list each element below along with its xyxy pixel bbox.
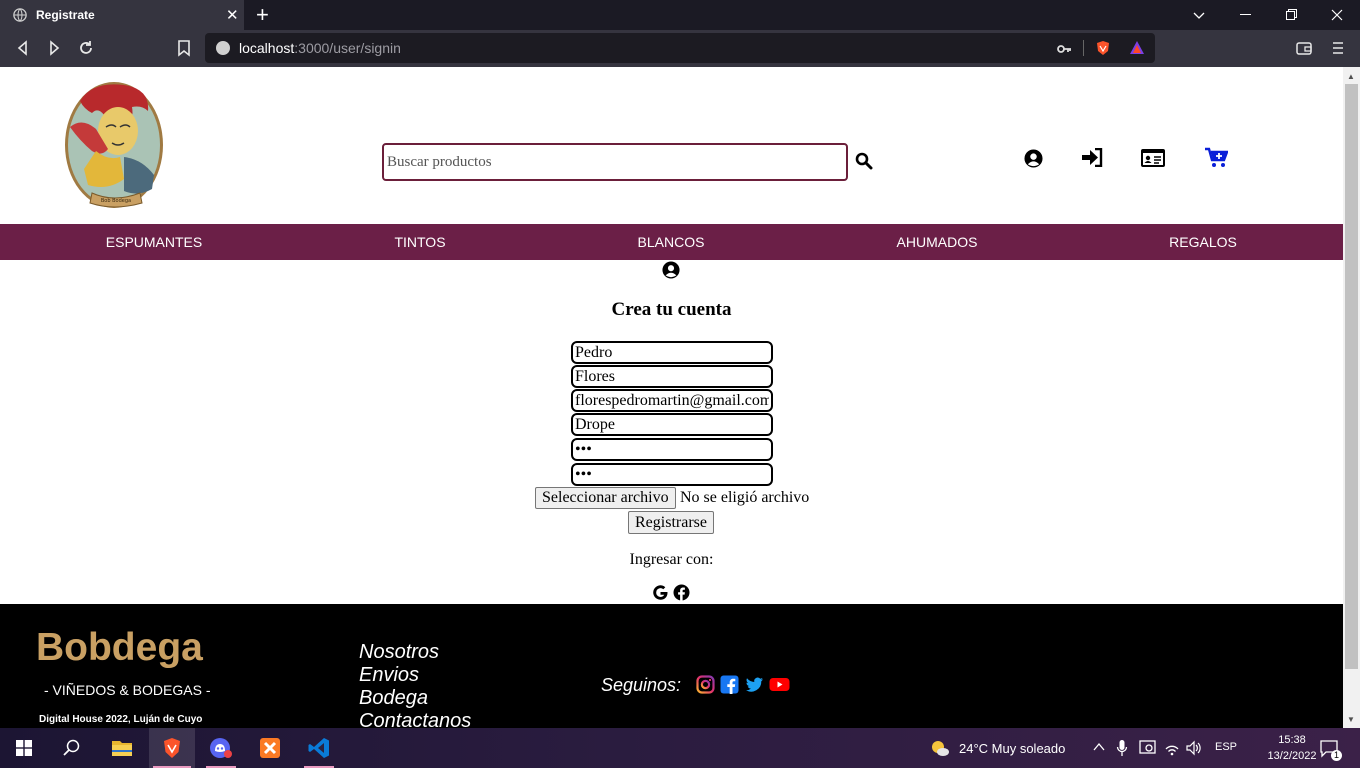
restore-icon[interactable] [1286, 9, 1297, 20]
windows-taskbar: 24°C Muy soleado ESP 15:38 13/2/2022 1 [0, 728, 1360, 768]
last-name-field[interactable] [571, 365, 773, 388]
password-confirm-field[interactable] [571, 463, 773, 486]
category-nav: ESPUMANTES TINTOS BLANCOS AHUMADOS REGAL… [0, 224, 1343, 260]
youtube-icon[interactable] [769, 675, 790, 694]
category-espumantes[interactable]: ESPUMANTES [106, 234, 202, 250]
weather-text[interactable]: 24°C Muy soleado [959, 741, 1065, 756]
input-language[interactable]: ESP [1215, 741, 1237, 753]
category-regalos[interactable]: REGALOS [1169, 234, 1237, 250]
brave-icon [164, 738, 180, 758]
vscode-app[interactable] [296, 728, 342, 768]
xampp-app[interactable] [247, 728, 293, 768]
page-scrollbar[interactable]: ▲ ▼ [1343, 67, 1360, 728]
id-card-icon[interactable] [1141, 149, 1165, 167]
first-name-field[interactable] [571, 341, 773, 364]
file-status-text: No se eligió archivo [680, 489, 810, 506]
footer-link-nosotros[interactable]: Nosotros [359, 641, 439, 664]
browser-tabstrip: Registrate ✕ + [0, 0, 1360, 30]
url-path: :3000/user/signin [294, 40, 401, 56]
discord-app[interactable] [198, 728, 244, 768]
bookmark-icon[interactable] [175, 39, 193, 57]
facebook-login-icon[interactable] [673, 584, 690, 601]
search-input[interactable] [382, 143, 848, 181]
meet-now-icon[interactable] [1139, 739, 1157, 757]
facebook-icon[interactable] [720, 675, 739, 694]
close-tab-icon[interactable]: ✕ [226, 6, 239, 24]
footer-link-bodega[interactable]: Bodega [359, 687, 428, 710]
search-icon[interactable] [855, 152, 873, 170]
email-field[interactable] [571, 389, 773, 412]
instagram-icon[interactable] [696, 675, 715, 694]
tab-title: Registrate [36, 8, 95, 22]
page-footer: Bobdega - VIÑEDOS & BODEGAS - Digital Ho… [0, 604, 1343, 728]
twitter-icon[interactable] [745, 675, 764, 694]
page-viewport: Bob Bodega ESPUMANTES TINTOS BLANCOS AHU… [0, 67, 1343, 728]
brave-shields-icon[interactable] [1095, 40, 1111, 56]
scroll-up-icon[interactable]: ▲ [1347, 72, 1355, 81]
microphone-icon[interactable] [1116, 739, 1128, 757]
wifi-icon[interactable] [1163, 739, 1181, 757]
url-host: localhost [239, 40, 295, 56]
scrollbar-thumb[interactable] [1345, 84, 1358, 669]
category-blancos[interactable]: BLANCOS [638, 234, 705, 250]
brave-app[interactable] [149, 728, 195, 768]
password-field[interactable] [571, 438, 773, 461]
follow-us-label: Seguinos: [601, 675, 682, 695]
footer-link-envios[interactable]: Envios [359, 664, 419, 687]
search-taskbar-icon[interactable] [63, 739, 81, 757]
tab-search-chevron-icon[interactable] [1193, 9, 1205, 21]
shopping-cart-icon[interactable] [1204, 147, 1228, 168]
clock-time: 15:38 [1278, 734, 1306, 746]
user-account-icon[interactable] [1024, 149, 1043, 168]
username-field[interactable] [571, 413, 773, 436]
xampp-icon [260, 738, 280, 758]
form-title: Crea tu cuenta [611, 299, 732, 320]
windows-start-icon[interactable] [16, 740, 32, 756]
footer-brand: Bobdega [36, 626, 203, 669]
notification-count-badge: 1 [1331, 750, 1342, 761]
volume-icon[interactable] [1185, 739, 1203, 757]
weather-sun-icon[interactable] [930, 739, 950, 757]
sign-in-icon[interactable] [1081, 148, 1103, 167]
globe-icon [13, 8, 27, 22]
choose-file-button[interactable]: Seleccionar archivo [535, 487, 676, 509]
omnibox-divider [1083, 40, 1084, 56]
footer-link-contactanos[interactable]: Contactanos [359, 710, 471, 728]
wallet-icon[interactable] [1296, 40, 1312, 56]
form-user-icon [662, 261, 680, 279]
clock-date: 13/2/2022 [1267, 750, 1317, 762]
key-icon[interactable] [1056, 41, 1072, 57]
login-with-label: Ingresar con: [629, 551, 714, 568]
svg-text:Bob Bodega: Bob Bodega [101, 198, 131, 204]
category-tintos[interactable]: TINTOS [394, 234, 445, 250]
browser-toolbar: localhost:3000/user/signin [0, 30, 1360, 67]
show-hidden-icons-chevron[interactable] [1093, 742, 1105, 752]
reload-icon[interactable] [77, 39, 95, 57]
back-icon[interactable] [14, 39, 32, 57]
scroll-down-icon[interactable]: ▼ [1347, 715, 1355, 724]
discord-icon [210, 738, 232, 758]
store-logo[interactable]: Bob Bodega [62, 79, 170, 209]
google-login-icon[interactable] [652, 584, 669, 601]
browser-tab[interactable]: Registrate ✕ [0, 0, 244, 30]
forward-icon[interactable] [45, 39, 63, 57]
close-window-icon[interactable] [1331, 9, 1343, 21]
file-explorer-app[interactable] [99, 728, 145, 768]
register-button[interactable]: Registrarse [628, 511, 714, 534]
url-text: localhost:3000/user/signin [239, 40, 401, 56]
footer-copyright: Digital House 2022, Luján de Cuyo [39, 714, 203, 725]
minimize-icon[interactable] [1240, 14, 1251, 16]
new-tab-icon[interactable]: + [256, 2, 269, 28]
brave-rewards-icon[interactable] [1129, 40, 1145, 56]
taskbar-clock[interactable]: 15:38 13/2/2022 [1262, 732, 1322, 764]
folder-icon [112, 741, 132, 756]
address-bar[interactable]: localhost:3000/user/signin [205, 33, 1155, 63]
vscode-icon [308, 738, 329, 758]
category-ahumados[interactable]: AHUMADOS [897, 234, 978, 250]
site-info-icon[interactable] [216, 41, 230, 55]
menu-icon[interactable] [1330, 40, 1346, 56]
footer-tagline: - VIÑEDOS & BODEGAS - [44, 682, 211, 698]
